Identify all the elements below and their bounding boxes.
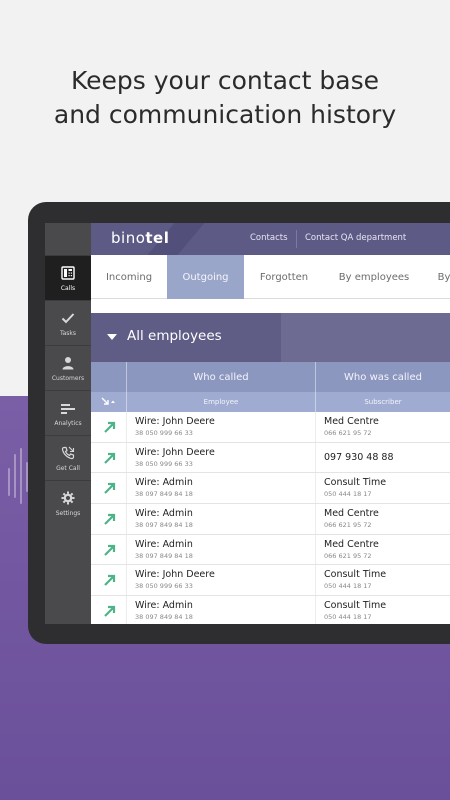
caller-number: 38 050 999 66 33 [135,582,193,591]
callee-number: 066 621 95 72 [324,429,372,437]
outgoing-arrow-icon [104,513,116,525]
tab-bar: Incoming Outgoing Forgotten By employees… [91,255,450,299]
outgoing-arrow-icon [104,483,116,495]
tab-incoming[interactable]: Incoming [91,255,167,299]
table-row[interactable]: Wire: John Deere 38 050 999 66 33 Med Cen… [91,412,450,443]
gear-icon [60,490,76,506]
outgoing-arrow-icon [104,606,116,617]
caller-number: 38 097 849 84 18 [135,551,193,560]
caller-name: Wire: Admin [135,508,193,520]
caller-number: 38 097 849 84 18 [135,613,193,622]
sidebar-item-label: Customers [51,374,85,382]
sidebar-item-tasks[interactable]: Tasks [45,300,91,345]
contact-qa-link[interactable]: Contact QA department [305,233,406,243]
sidebar: Calls Tasks Customers Analytics Get Call [45,223,91,624]
contacts-link[interactable]: Contacts [250,233,288,243]
callee-number: 066 621 95 72 [324,521,372,530]
callee-name: 097 930 48 88 [324,451,394,463]
tab-by-employees[interactable]: By employees [324,255,424,299]
column-header-who-called[interactable]: Who called [127,362,315,392]
sidebar-item-customers[interactable]: Customers [45,345,91,390]
sidebar-item-calls[interactable]: Calls [45,255,91,300]
tab-forgotten[interactable]: Forgotten [244,255,324,299]
phone-incoming-icon [60,445,76,461]
group-label: All employees [127,328,222,344]
caller-name: Wire: John Deere [135,569,215,581]
sort-direction-icon[interactable] [91,392,126,412]
app-logo: binotel [111,229,170,247]
callee-name: Consult Time [324,569,387,581]
phone-desk-icon [60,265,76,281]
app-screen: Calls Tasks Customers Analytics Get Call [45,223,450,624]
caller-name: Wire: Admin [135,477,193,489]
caller-name: Wire: John Deere [135,446,215,458]
table-row[interactable]: Wire: Admin 38 097 849 84 18 Consult Time… [91,473,450,505]
outgoing-arrow-icon [104,544,116,556]
outgoing-arrow-icon [104,575,116,587]
callee-number: 050 444 18 17 [324,582,372,591]
table-row[interactable]: Wire: Admin 38 097 849 84 18 Consult Time… [91,596,450,624]
person-icon [60,355,76,371]
outgoing-arrow-icon [104,452,116,464]
caller-name: Wire: Admin [135,600,193,612]
caller-number: 38 050 999 66 33 [135,459,193,468]
caller-name: Wire: Admin [135,538,193,550]
sidebar-item-label: Tasks [59,329,77,337]
sidebar-item-label: Get Call [56,464,80,472]
sidebar-item-settings[interactable]: Settings [45,480,91,525]
table-row[interactable]: Wire: Admin 38 097 849 84 18 Med Centre 06… [91,504,450,535]
tab-by[interactable]: By [424,255,450,299]
table-row[interactable]: Wire: John Deere 38 050 999 66 33 Consult… [91,565,450,597]
caller-number: 38 097 849 84 18 [135,521,193,530]
sidebar-item-label: Calls [60,284,76,292]
top-bar: binotel Contacts Contact QA department [91,223,450,255]
headline-line-1: Keeps your contact base [70,66,379,95]
table-row[interactable]: Wire: John Deere 38 050 999 66 33 097 930… [91,442,450,474]
callee-name: Med Centre [324,538,379,550]
group-selector[interactable]: All employees [91,313,450,362]
table-subheader: Employee Subscriber [91,392,450,412]
column-header-who-was-called[interactable]: Who was called [316,362,450,392]
callee-name: Med Centre [324,508,379,520]
callee-name: Consult Time [324,600,387,612]
checkmark-icon [60,310,76,326]
callee-number: 066 621 95 72 [324,551,372,560]
sidebar-item-analytics[interactable]: Analytics [45,390,91,435]
column-subheader-employee: Employee [203,398,239,406]
callee-name: Med Centre [324,416,379,427]
table-row[interactable]: Wire: Admin 38 097 849 84 18 Med Centre 06… [91,534,450,566]
sidebar-item-get-call[interactable]: Get Call [45,435,91,480]
callee-number: 050 444 18 17 [324,490,372,499]
headline-line-2: and communication history [53,100,397,129]
table-header: Who called Who was called [91,362,450,392]
call-list: Wire: John Deere 38 050 999 66 33 Med Cen… [91,412,450,624]
sidebar-item-label: Settings [55,509,81,517]
outgoing-arrow-icon [104,421,116,433]
callee-number: 050 444 18 17 [324,613,372,622]
chevron-down-icon [107,334,117,340]
caller-number: 38 097 849 84 18 [135,490,193,499]
sidebar-item-label: Analytics [54,419,82,427]
caller-number: 38 050 999 66 33 [135,429,193,437]
bars-icon [60,400,76,416]
tab-outgoing[interactable]: Outgoing [167,255,244,299]
callee-name: Consult Time [324,477,387,489]
caller-name: Wire: John Deere [135,416,215,427]
main-panel: binotel Contacts Contact QA department I… [91,223,450,624]
promo-headline: Keeps your contact base and communicatio… [0,64,450,132]
column-subheader-subscriber: Subscriber [364,398,402,406]
